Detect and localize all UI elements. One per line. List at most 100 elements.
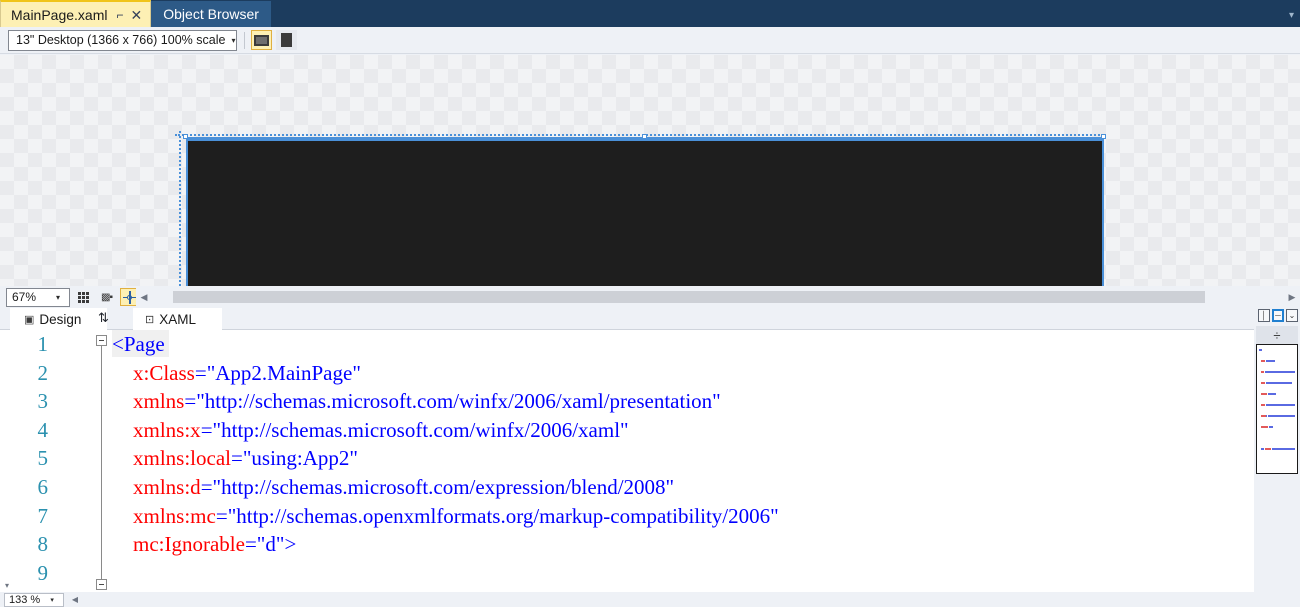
tab-design-view[interactable]: ▣ Design [10,308,108,330]
code-line[interactable]: xmlns:local="using:App2" [112,444,1254,473]
code-token: "http://schemas.openxmlformats.org/marku… [227,503,779,528]
chevron-down-icon: ▾ [231,35,236,45]
snap-to-gridlines-button[interactable]: ▩▪ [97,288,116,306]
code-token: = [200,474,213,499]
code-line[interactable]: xmlns:d="http://schemas.microsoft.com/ex… [112,473,1254,502]
code-line[interactable]: xmlns="http://schemas.microsoft.com/winf… [112,387,1254,416]
line-number: 2 [37,360,49,385]
portrait-icon [281,33,292,47]
code-token: "http://schemas.microsoft.com/winfx/2006… [196,389,721,414]
minimap-line [1259,349,1262,351]
snap-grid-icon: ▩▪ [101,291,113,303]
device-toolbar: 13" Desktop (1366 x 766) 100% scale ▾ [0,27,1300,54]
page-preview-selected[interactable] [186,139,1104,286]
tab-object-browser[interactable]: Object Browser [151,1,271,27]
resize-handle-top-right[interactable] [1101,134,1106,139]
fold-toggle-line-1[interactable] [96,335,107,346]
scroll-left-arrow-icon[interactable]: ◀ [136,288,152,306]
line-number: 7 [37,503,49,528]
code-token: > [284,532,297,557]
code-minimap[interactable] [1256,344,1298,474]
editor-right-column: │ ─ ⌄ ÷ [1254,307,1300,607]
line-number: 9 [37,560,49,585]
fold-toggle-line-10[interactable] [96,579,107,590]
code-token: = [200,417,213,442]
code-token: = [184,389,197,414]
code-line[interactable]: <Page [112,330,1254,359]
line-number: 5 [37,446,49,471]
design-surface[interactable] [0,55,1300,286]
minimap-line [1261,393,1268,395]
editor-zoom-select[interactable]: 133 % ▾ [4,592,64,607]
code-token: x:Class [133,360,195,385]
tab-label: MainPage.xaml [11,6,108,23]
line-number: 6 [37,475,49,499]
splitter-icon: ÷ [1273,327,1281,343]
tab-xaml-view[interactable]: ⊡ XAML [133,308,222,330]
code-line[interactable]: xmlns:mc="http://schemas.openxmlformats.… [112,502,1254,531]
editor-horizontal-scrollbar[interactable] [82,592,1254,607]
chevron-down-icon: ⌄ [1288,311,1296,320]
device-select[interactable]: 13" Desktop (1366 x 766) 100% scale ▾ [8,29,237,51]
grid-icon [78,291,89,303]
minimap-line [1269,426,1272,428]
code-line[interactable]: xmlns:x="http://schemas.microsoft.com/wi… [112,416,1254,445]
line-number-gutter: 12345678910 [0,330,112,593]
view-tab-bar: ▣ Design ⇅ ⊡ XAML [0,307,1300,330]
editor-scroll-left-arrow[interactable]: ◀ [68,593,82,607]
design-zoom-select[interactable]: 67% ▾ [6,287,70,307]
line-number: 8 [37,532,49,557]
swap-panes-button[interactable]: ⇅ [98,310,109,326]
orientation-landscape-button[interactable] [251,30,272,50]
resize-handle-top-left[interactable] [183,134,188,139]
device-select-value: 13" Desktop (1366 x 766) 100% scale [16,33,226,47]
minimap-line [1266,371,1295,373]
chevron-down-icon: ▾ [55,292,60,302]
code-token: "http://schemas.microsoft.com/winfx/2006… [212,417,629,442]
code-token: xmlns:d [133,474,201,499]
tab-mainpage-xaml[interactable]: MainPage.xaml ⌐ ✕ [0,0,152,27]
editor-status-bar: 133 % ▾ ◀ [0,592,1254,607]
tab-overflow-chevron-icon[interactable]: ▾ [1289,10,1300,27]
code-token: "App2.MainPage" [206,360,361,385]
fold-guide-line [101,346,102,582]
tab-label: Object Browser [163,6,259,22]
scrollbar-thumb[interactable] [173,291,1205,303]
pin-icon[interactable]: ⌐ [117,9,124,21]
design-horizontal-scrollbar[interactable]: ◀ ▶ [136,288,1300,306]
xaml-code-editor[interactable]: 12345678910 <Page x:Class="App2.MainPage… [0,330,1254,592]
editor-scroll-up-button[interactable]: ▾ [0,578,14,592]
show-grid-button[interactable] [74,288,93,306]
code-token: xmlns [133,389,185,414]
line-number: 3 [37,389,49,414]
minimap-line [1261,382,1266,384]
editor-zoom-value: 133 % [9,593,41,606]
code-token: "using:App2" [242,446,358,471]
landscape-icon [254,34,269,46]
editor-splitter-handle[interactable]: ÷ [1256,326,1298,344]
scroll-right-arrow-icon[interactable]: ▶ [1284,288,1300,306]
code-line[interactable]: mc:Ignorable="d"> [112,530,1254,559]
code-line[interactable]: x:Class="App2.MainPage" [112,359,1254,388]
scrollbar-track[interactable] [152,288,1284,306]
split-view-buttons: │ ─ ⌄ [1258,309,1298,322]
design-zoom-value: 67% [12,290,37,304]
split-options-button[interactable]: ⌄ [1286,309,1298,322]
code-line[interactable] [112,559,1254,588]
close-icon[interactable]: ✕ [131,8,143,22]
minimap-line [1261,360,1266,362]
xaml-icon: ⊡ [145,313,155,326]
split-horizontal-button[interactable]: ─ [1272,309,1284,322]
document-tab-strip: MainPage.xaml ⌐ ✕ Object Browser ▾ [0,0,1300,27]
split-vertical-button[interactable]: │ [1258,309,1270,322]
resize-handle-top-center[interactable] [642,134,647,139]
orientation-portrait-button[interactable] [276,30,297,50]
line-number: 4 [37,417,49,442]
chevron-down-icon: ▾ [50,596,54,604]
minimap-line [1272,426,1273,428]
code-content[interactable]: <Page x:Class="App2.MainPage" xmlns="htt… [112,330,1254,592]
